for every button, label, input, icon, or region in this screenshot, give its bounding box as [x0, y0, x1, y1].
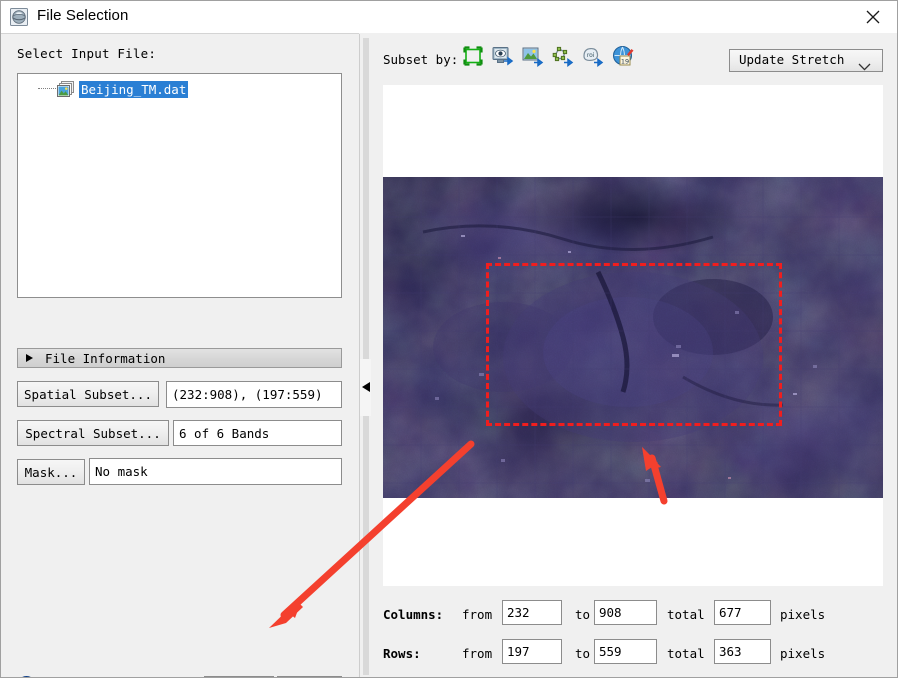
columns-from-label: from — [462, 607, 493, 622]
svg-text:roi: roi — [587, 52, 595, 59]
triangle-right-icon — [26, 354, 33, 362]
file-tree[interactable]: Beijing_TM.dat — [17, 73, 342, 298]
rows-from-label: from — [462, 646, 493, 661]
spectral-subset-value: 6 of 6 Bands — [173, 420, 342, 446]
satellite-preview-image[interactable] — [383, 177, 883, 498]
subset-by-annotation-icon[interactable]: 19 — [612, 45, 634, 67]
chevron-down-icon — [858, 58, 871, 76]
spatial-subset-button[interactable]: Spatial Subset... — [17, 381, 159, 407]
columns-total-label: total — [667, 607, 705, 622]
columns-to-label: to — [575, 607, 591, 622]
satellite-texture — [383, 177, 883, 498]
subset-by-rectangle-icon[interactable] — [462, 45, 484, 67]
panel-splitter[interactable] — [359, 34, 372, 677]
file-information-expander[interactable]: File Information — [17, 348, 342, 368]
subset-by-file-icon[interactable] — [492, 45, 514, 67]
rows-from-input[interactable]: 197 — [502, 639, 562, 664]
rows-to-input[interactable]: 559 — [594, 639, 657, 664]
mask-button[interactable]: Mask... — [17, 459, 85, 485]
columns-label: Columns: — [383, 607, 444, 622]
stretch-dropdown-value: Update Stretch — [739, 52, 845, 67]
preview-canvas[interactable] — [383, 85, 883, 586]
tree-item-beijing-tm[interactable]: Beijing_TM.dat — [38, 80, 189, 98]
rows-label: Rows: — [383, 646, 421, 661]
rows-total-label: total — [667, 646, 705, 661]
tree-item-label: Beijing_TM.dat — [79, 80, 189, 98]
title-bar: File Selection — [1, 1, 897, 33]
splitter-track — [363, 38, 369, 675]
left-panel: Select Input File: Beijing_TM.dat File I… — [1, 33, 359, 677]
select-input-file-label: Select Input File: — [17, 46, 157, 61]
envi-app-icon — [10, 8, 28, 26]
right-panel: Subset by: roi 19 Update Stretch Columns… — [371, 34, 897, 677]
columns-total-input[interactable]: 677 — [714, 600, 771, 625]
subset-by-label: Subset by: — [383, 52, 459, 67]
triangle-left-icon — [362, 382, 370, 392]
file-information-label: File Information — [45, 351, 166, 366]
svg-text:19: 19 — [621, 57, 629, 65]
spectral-subset-button[interactable]: Spectral Subset... — [17, 420, 169, 446]
columns-units-label: pixels — [780, 607, 826, 622]
rows-total-input[interactable]: 363 — [714, 639, 771, 664]
file-selection-dialog: File Selection Select Input File: Beijin… — [0, 0, 898, 678]
raster-file-icon — [57, 81, 76, 97]
rows-units-label: pixels — [780, 646, 826, 661]
rows-to-label: to — [575, 646, 591, 661]
subset-by-roi-icon[interactable]: roi — [582, 45, 604, 67]
stretch-dropdown[interactable]: Update Stretch — [729, 49, 883, 72]
mask-value: No mask — [89, 458, 342, 485]
columns-to-input[interactable]: 908 — [594, 600, 657, 625]
columns-from-input[interactable]: 232 — [502, 600, 562, 625]
window-title: File Selection — [37, 7, 129, 24]
subset-by-image-icon[interactable] — [522, 45, 544, 67]
tree-connector-line — [38, 88, 56, 90]
spatial-subset-value: (232:908), (197:559) — [166, 381, 342, 408]
close-icon[interactable] — [851, 1, 897, 32]
subset-by-vector-icon[interactable] — [552, 45, 574, 67]
